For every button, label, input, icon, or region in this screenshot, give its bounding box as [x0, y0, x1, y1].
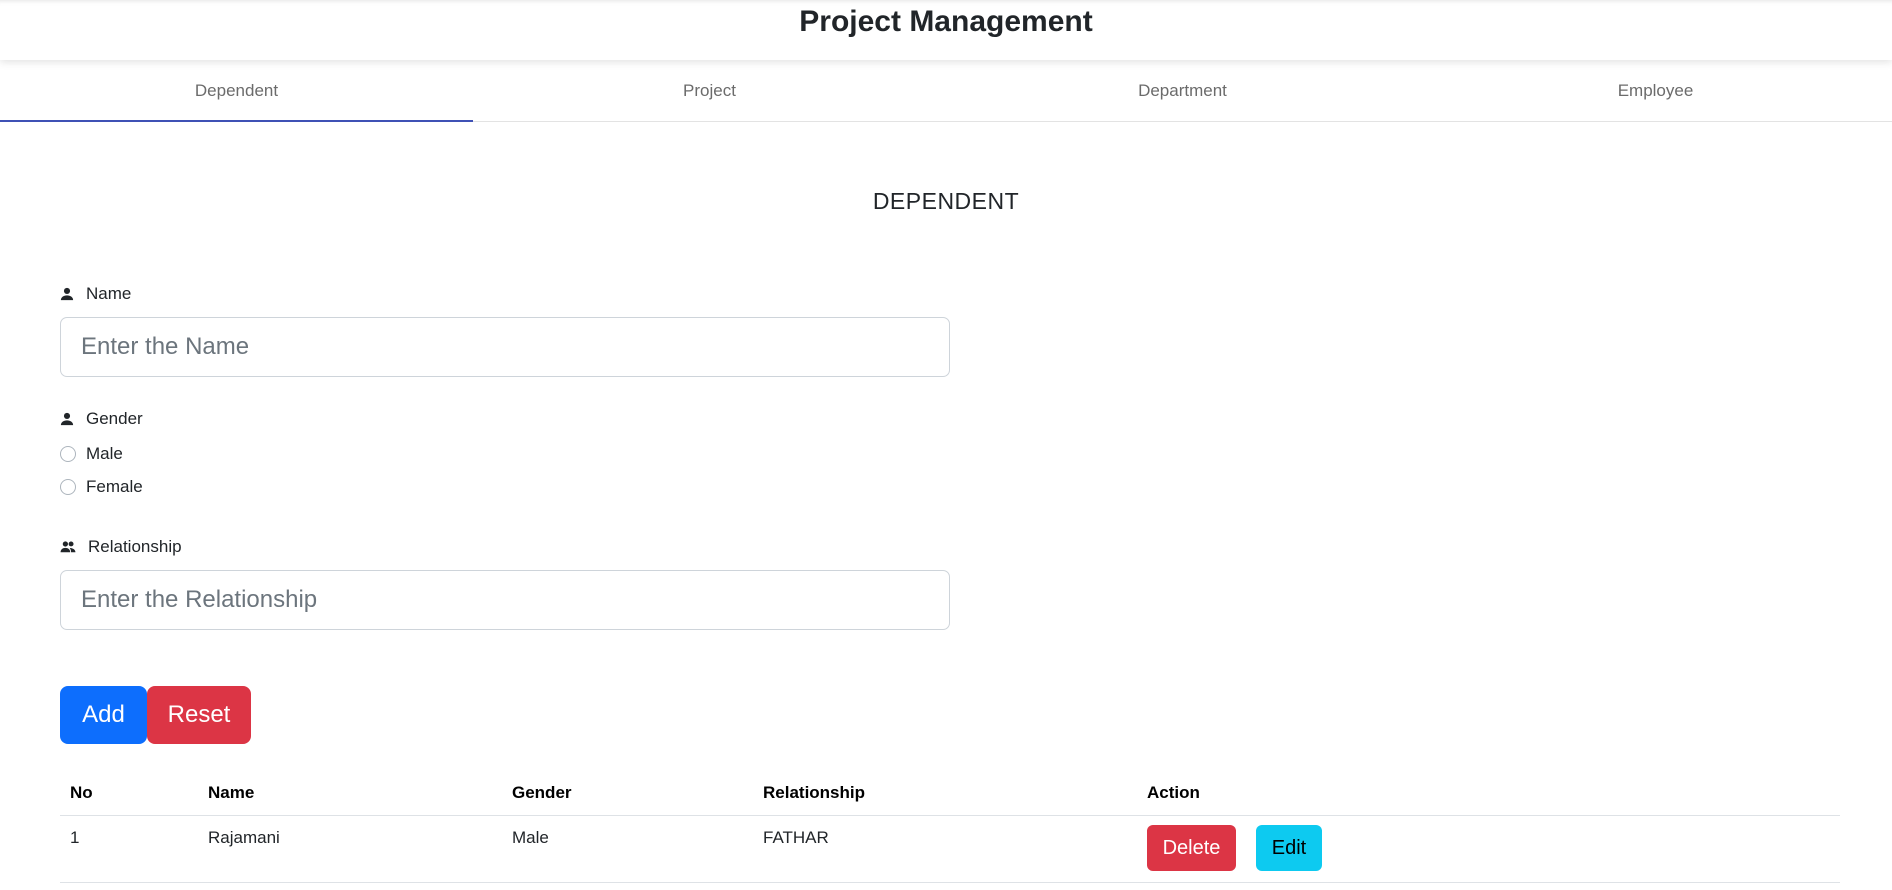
column-header-no: No [70, 783, 93, 802]
tab-bar: Dependent Project Department Employee [0, 61, 1892, 122]
name-label: Name [86, 284, 132, 303]
column-header-name: Name [208, 783, 255, 802]
people-icon [60, 541, 76, 553]
male-radio-label: Male [86, 444, 123, 463]
female-radio-label: Female [86, 477, 143, 496]
gender-option-female[interactable]: Female [60, 477, 143, 497]
app-header: Project Management [0, 0, 1892, 60]
reset-button[interactable]: Reset [147, 686, 251, 744]
column-header-relationship: Relationship [763, 783, 866, 802]
relationship-label-row: Relationship [60, 537, 182, 557]
column-header-gender: Gender [512, 783, 572, 802]
delete-button[interactable]: Delete [1147, 825, 1236, 871]
add-button[interactable]: Add [60, 686, 147, 744]
name-input[interactable] [60, 317, 950, 377]
relationship-input[interactable] [60, 570, 950, 630]
gender-label: Gender [86, 409, 143, 428]
female-radio[interactable] [60, 479, 76, 495]
edit-button[interactable]: Edit [1256, 825, 1322, 871]
section-title: DEPENDENT [872, 188, 1020, 214]
app-title: Project Management [799, 5, 1093, 38]
person-icon [60, 287, 74, 301]
column-header-action: Action [1147, 783, 1200, 802]
male-radio[interactable] [60, 446, 76, 462]
table-row: 1 Rajamani Male FATHAR Delete Edit [60, 815, 1840, 883]
gender-label-row: Gender [60, 409, 143, 429]
name-label-row: Name [60, 284, 131, 304]
relationship-label: Relationship [88, 537, 182, 556]
gender-option-male[interactable]: Male [60, 444, 123, 464]
cell-relationship: FATHAR [763, 828, 829, 847]
tab-dependent[interactable]: Dependent [0, 61, 473, 122]
dependent-table: No Name Gender Relationship Action 1 Raj… [60, 773, 1840, 883]
cell-no: 1 [70, 828, 80, 847]
table-header-row: No Name Gender Relationship Action [60, 773, 1840, 816]
person-icon [60, 412, 74, 426]
cell-name: Rajamani [208, 828, 280, 847]
tab-employee[interactable]: Employee [1419, 61, 1892, 121]
cell-gender: Male [512, 828, 549, 847]
tab-project[interactable]: Project [473, 61, 946, 121]
tab-department[interactable]: Department [946, 61, 1419, 121]
